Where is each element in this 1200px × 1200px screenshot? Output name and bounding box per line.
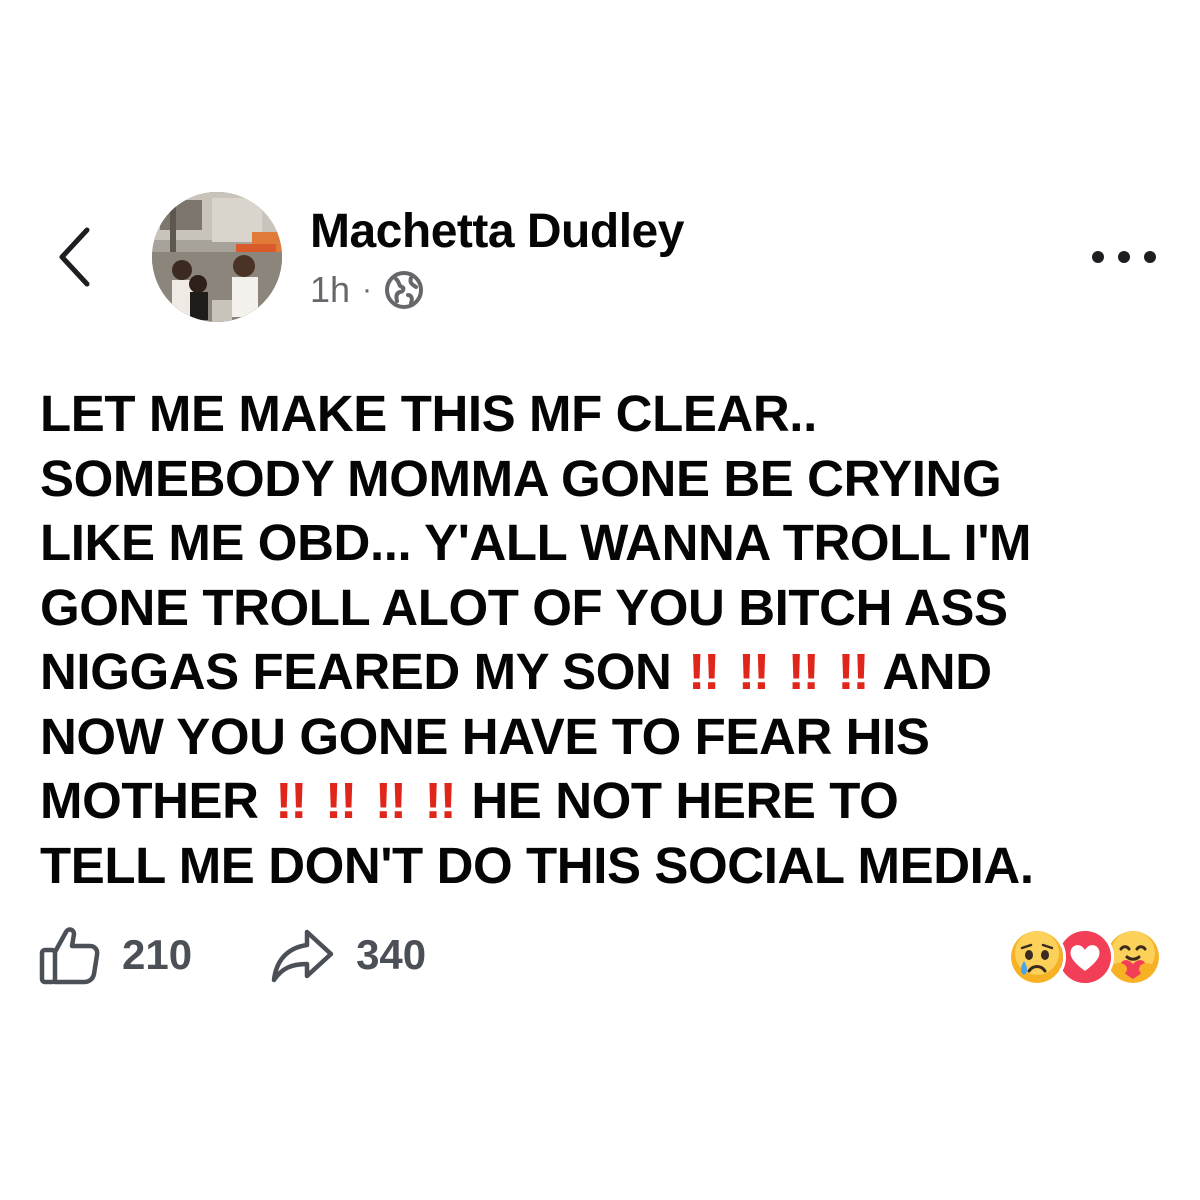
post-meta: 1h · bbox=[310, 262, 424, 318]
share-arrow-icon bbox=[271, 929, 334, 983]
post-text-line: NOW YOU GONE HAVE TO FEAR HIS bbox=[40, 705, 1160, 770]
share-button[interactable]: 340 bbox=[270, 926, 426, 984]
avatar[interactable] bbox=[152, 192, 282, 322]
double-exclamation-emoji: !! bbox=[787, 643, 820, 700]
post-text-line: MOTHER !! !! !! !! HE NOT HERE TO bbox=[40, 769, 1160, 834]
post-text: LET ME MAKE THIS MF CLEAR.. SOMEBODY MOMM… bbox=[40, 382, 1160, 898]
more-options-icon bbox=[1092, 251, 1156, 263]
share-count: 340 bbox=[356, 931, 427, 978]
double-exclamation-emoji: !! bbox=[325, 772, 357, 829]
post-text-line: NIGGAS FEARED MY SON !! !! !! !! AND bbox=[40, 640, 1160, 705]
post-text-segment: LIKE ME OBD... Y'ALL WANNA TROLL I'M bbox=[40, 514, 1032, 571]
reaction-summary[interactable] bbox=[1008, 928, 1168, 988]
post-text-line: SOMEBODY MOMMA GONE BE CRYING bbox=[40, 447, 1160, 512]
like-count: 210 bbox=[122, 931, 193, 978]
post-text-segment: AND bbox=[882, 643, 992, 700]
globe-icon bbox=[385, 271, 424, 309]
more-options-button[interactable] bbox=[1088, 232, 1160, 282]
double-exclamation-emoji: !! bbox=[275, 772, 307, 829]
post-text-line: LIKE ME OBD... Y'ALL WANNA TROLL I'M bbox=[40, 511, 1160, 576]
sad-emoji-icon bbox=[1008, 928, 1066, 986]
post-text-segment: GONE TROLL ALOT OF YOU BITCH ASS bbox=[40, 578, 1008, 636]
post-text-line: LET ME MAKE THIS MF CLEAR.. bbox=[40, 382, 1160, 447]
post-timestamp[interactable]: 1h bbox=[310, 269, 350, 311]
profile-photo bbox=[152, 192, 282, 322]
back-button[interactable] bbox=[50, 222, 100, 292]
post-text-line: TELL ME DON'T DO THIS SOCIAL MEDIA. bbox=[40, 834, 1160, 899]
post-screen: Machetta Dudley 1h · LET ME MAKE THIS MF… bbox=[0, 0, 1200, 1200]
double-exclamation-emoji: !! bbox=[424, 772, 457, 829]
double-exclamation-emoji: !! bbox=[837, 643, 870, 700]
double-exclamation-emoji: !! bbox=[374, 772, 407, 829]
chevron-left-icon bbox=[59, 227, 90, 287]
double-exclamation-emoji: !! bbox=[688, 643, 720, 700]
meta-separator: · bbox=[362, 273, 373, 306]
post-text-segment: NOW YOU GONE HAVE TO FEAR HIS bbox=[40, 707, 930, 765]
post-text-line: GONE TROLL ALOT OF YOU BITCH ASS bbox=[40, 576, 1160, 641]
post-text-segment: HE NOT HERE TO bbox=[471, 772, 899, 829]
post-text-segment: NIGGAS FEARED MY SON bbox=[40, 643, 672, 700]
post-actions: 210 340 bbox=[38, 920, 426, 990]
thumbs-up-icon bbox=[39, 927, 100, 985]
double-exclamation-emoji: !! bbox=[738, 643, 770, 700]
author-name[interactable]: Machetta Dudley bbox=[310, 200, 684, 264]
post-text-segment: SOMEBODY MOMMA GONE BE CRYING bbox=[40, 449, 1002, 507]
post-text-segment: TELL ME DON'T DO THIS SOCIAL MEDIA. bbox=[40, 836, 1034, 894]
like-button[interactable]: 210 bbox=[38, 924, 192, 986]
post-text-segment: MOTHER bbox=[40, 772, 259, 829]
post-text-segment: LET ME MAKE THIS MF CLEAR.. bbox=[40, 385, 817, 442]
